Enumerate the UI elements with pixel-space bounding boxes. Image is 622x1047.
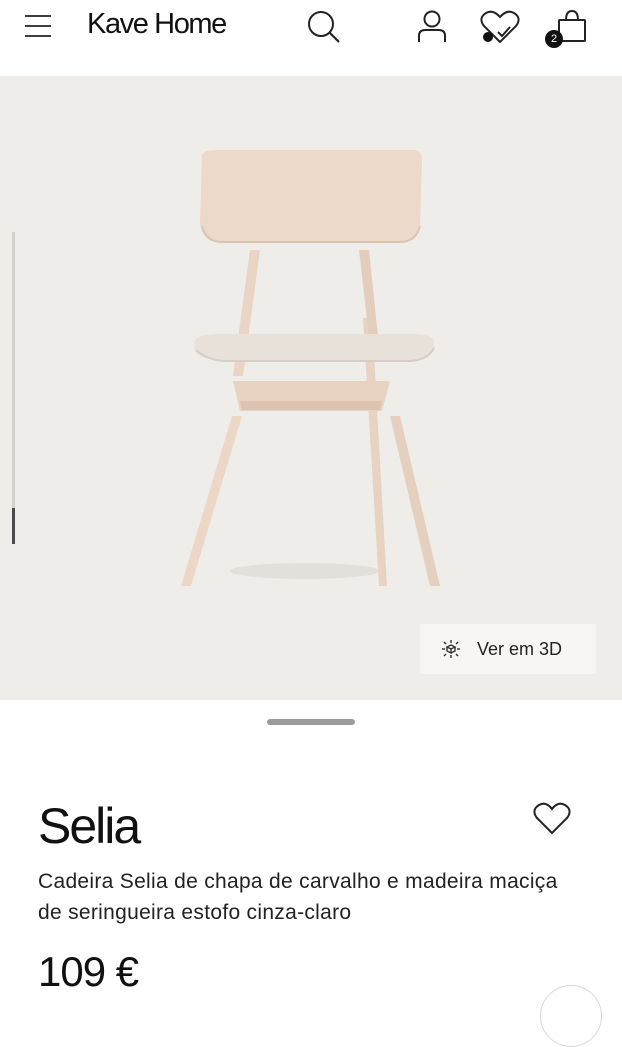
sheet-drag-handle[interactable] xyxy=(267,719,355,725)
gallery-scroll-track xyxy=(12,232,15,544)
user-icon[interactable] xyxy=(416,9,448,43)
wishlist-icon[interactable] xyxy=(479,9,521,45)
cart-count-badge: 2 xyxy=(545,30,563,48)
top-header: Kave Home 2 xyxy=(0,0,622,76)
product-price: 109 € xyxy=(38,948,139,995)
cube-3d-icon xyxy=(442,640,460,658)
product-gallery[interactable]: Ver em 3D xyxy=(0,76,622,700)
floating-action-button[interactable] xyxy=(540,985,602,1047)
brand-logo[interactable]: Kave Home xyxy=(87,8,227,41)
view-3d-button[interactable]: Ver em 3D xyxy=(420,624,596,674)
add-to-wishlist-heart-icon[interactable] xyxy=(533,802,571,836)
product-title: Selia xyxy=(38,798,141,854)
gallery-scroll-indicator xyxy=(12,508,15,544)
menu-icon[interactable] xyxy=(24,14,52,38)
product-image xyxy=(181,150,440,586)
search-icon[interactable] xyxy=(306,9,342,45)
view-3d-label: Ver em 3D xyxy=(477,638,563,659)
product-description: Cadeira Selia de chapa de carvalho e mad… xyxy=(38,870,558,924)
